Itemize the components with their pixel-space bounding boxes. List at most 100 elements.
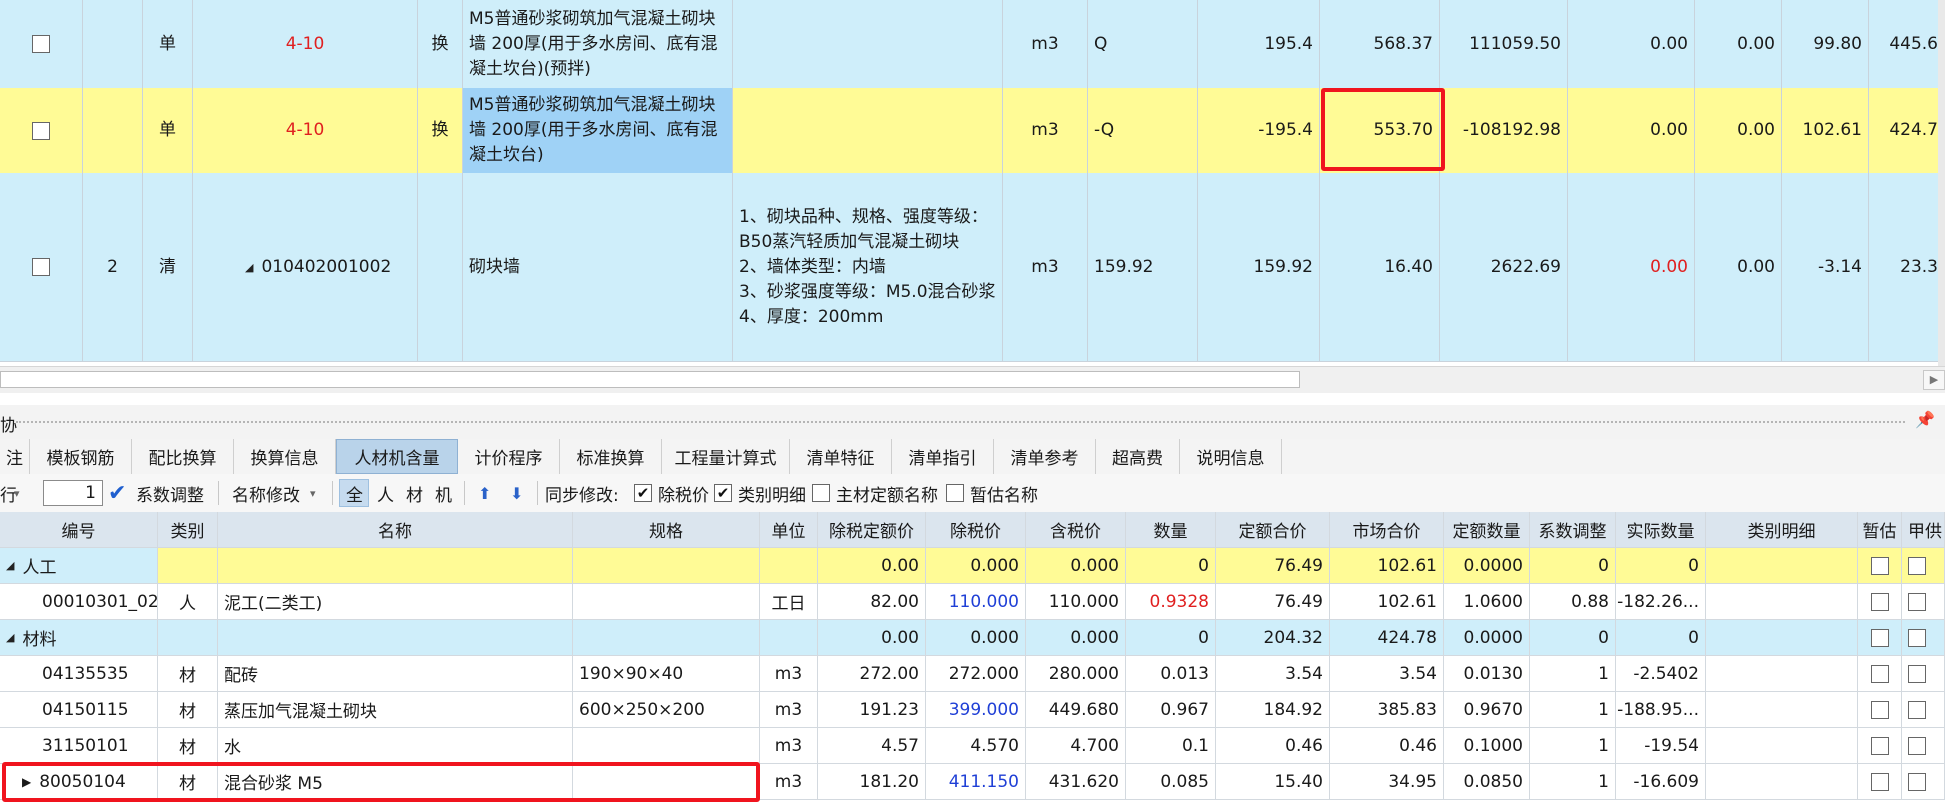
cell-spec[interactable]: 600×250×200 — [573, 692, 760, 727]
cell-quantity[interactable]: 0.9328 — [1126, 584, 1216, 619]
cell-category[interactable]: 材 — [158, 692, 218, 727]
owner-supplied-checkbox[interactable] — [1908, 628, 1926, 647]
tab-high-rise-fee[interactable]: 超高费 — [1096, 439, 1180, 474]
owner-supplied-checkbox[interactable] — [1908, 772, 1926, 791]
cell-coefficient[interactable]: 1 — [1530, 656, 1616, 691]
name-modify-button[interactable]: 名称修改 — [232, 474, 300, 512]
tab-note[interactable]: 注 — [0, 439, 30, 474]
category-detail-label[interactable]: 类别明细 — [738, 474, 806, 512]
group-label-cell[interactable]: ◢ 人工 — [0, 548, 158, 583]
cell-name[interactable]: 配砖 — [218, 656, 573, 691]
resource-row[interactable]: 04135535 材 配砖 190×90×40 m3 272.00 272.00… — [0, 656, 1945, 692]
col-header-spec[interactable]: 规格 — [573, 512, 760, 547]
cell-provisional[interactable] — [1858, 764, 1902, 799]
row-feature[interactable]: 1、砌块品种、规格、强度等级：B50蒸汽轻质加气混凝土砌块 2、墙体类型：内墙 … — [733, 173, 1003, 361]
cell-owner-supplied[interactable] — [1902, 656, 1945, 691]
scrollbar-thumb[interactable] — [0, 371, 1300, 388]
cell-quantity[interactable]: 0.013 — [1126, 656, 1216, 691]
excl-tax-checkbox[interactable] — [634, 484, 652, 502]
bill-row[interactable]: 2 清 ◢ 010402001002 砌块墙 1、砌块品种、规格、强度等级：B50… — [0, 173, 1945, 362]
cell-price-incl-tax[interactable]: 431.620 — [1026, 764, 1126, 799]
cell-provisional[interactable] — [1858, 584, 1902, 619]
row-feature[interactable] — [733, 0, 1003, 88]
tab-description[interactable]: 说明信息 — [1180, 439, 1282, 474]
cell-provisional[interactable] — [1858, 656, 1902, 691]
owner-supplied-checkbox[interactable] — [1908, 736, 1926, 755]
move-down-icon[interactable]: ⬇ — [510, 474, 523, 512]
collapse-triangle-icon[interactable]: ◢ — [6, 559, 14, 572]
pin-icon[interactable]: 📌 — [1915, 410, 1935, 429]
col-header-price-incl-tax[interactable]: 含税价 — [1026, 512, 1126, 547]
cell-unit[interactable]: m3 — [760, 656, 818, 691]
collapse-triangle-icon[interactable]: ◢ — [6, 631, 14, 644]
item-row[interactable]: 单 4-10 换 M5普通砂浆砌筑加气混凝土砌块墙 200厚(用于多水房间、底有… — [0, 0, 1945, 89]
cell-name[interactable]: 蒸压加气混凝土砌块 — [218, 692, 573, 727]
row-code-cell[interactable]: ◢ 010402001002 — [193, 173, 418, 361]
row-dropdown-icon[interactable]: ▾ — [14, 474, 20, 512]
cell-name[interactable]: 泥工(二类工) — [218, 584, 573, 619]
row-checkbox-cell[interactable] — [0, 173, 83, 361]
row-quantity[interactable]: -195.4 — [1198, 88, 1320, 173]
cell-price-incl-tax[interactable]: 280.000 — [1026, 656, 1126, 691]
row-quantity[interactable]: 195.4 — [1198, 0, 1320, 88]
row-unit[interactable]: m3 — [1003, 0, 1088, 88]
cell-coefficient[interactable]: 1 — [1530, 728, 1616, 763]
cell-quantity[interactable]: 0.1 — [1126, 728, 1216, 763]
col-header-provisional[interactable]: 暂估 — [1858, 512, 1902, 547]
tab-labor-material-machine[interactable]: 人材机含量 — [336, 439, 458, 474]
row-name[interactable]: M5普通砂浆砌筑加气混凝土砌块墙 200厚(用于多水房间、底有混凝土坎台)(预拌… — [463, 0, 733, 88]
cell-coefficient[interactable]: 1 — [1530, 764, 1616, 799]
col-header-category[interactable]: 类别 — [158, 512, 218, 547]
row-unit[interactable]: m3 — [1003, 173, 1088, 361]
cell-price-incl-tax[interactable]: 4.700 — [1026, 728, 1126, 763]
provisional-checkbox[interactable] — [1870, 664, 1889, 683]
row-unit-price[interactable]: 568.37 — [1320, 0, 1440, 88]
row-code[interactable]: 4-10 — [193, 0, 418, 88]
panel-splitter[interactable]: 协 📌 — [0, 405, 1945, 439]
col-header-actual-quantity[interactable]: 实际数量 — [1616, 512, 1706, 547]
row-checkbox-cell[interactable] — [0, 88, 83, 173]
cell-provisional[interactable] — [1858, 728, 1902, 763]
filter-all-button[interactable]: 全 — [346, 474, 363, 512]
group-label-cell[interactable]: ◢ 材料 — [0, 620, 158, 655]
row-name-active-cell[interactable]: M5普通砂浆砌筑加气混凝土砌块墙 200厚(用于多水房间、底有混凝土坎台) — [463, 88, 733, 173]
cell-unit[interactable]: m3 — [760, 728, 818, 763]
provisional-name-label[interactable]: 暂估名称 — [970, 474, 1038, 512]
row-count-input[interactable]: 1 — [43, 480, 103, 506]
cell-unit[interactable]: m3 — [760, 692, 818, 727]
cell-coefficient[interactable]: 1 — [1530, 692, 1616, 727]
col-header-code[interactable]: 编号 — [0, 512, 158, 547]
row-code[interactable]: 010402001002 — [261, 255, 391, 280]
category-detail-checkbox[interactable] — [714, 484, 732, 502]
row-feature[interactable] — [733, 88, 1003, 173]
vertical-scrollbar[interactable] — [1938, 0, 1945, 366]
cell-price-incl-tax[interactable]: 110.000 — [1026, 584, 1126, 619]
col-header-price-excl-tax[interactable]: 除税价 — [926, 512, 1026, 547]
col-header-quota-quantity[interactable]: 定额数量 — [1444, 512, 1530, 547]
tab-quantity-formula[interactable]: 工程量计算式 — [662, 439, 790, 474]
tab-pricing-procedure[interactable]: 计价程序 — [458, 439, 560, 474]
splitter-grip[interactable] — [16, 421, 1905, 427]
cell-provisional[interactable] — [1858, 548, 1902, 583]
owner-supplied-checkbox[interactable] — [1908, 556, 1926, 575]
provisional-name-checkbox[interactable] — [946, 484, 964, 502]
provisional-checkbox[interactable] — [1870, 772, 1889, 791]
cell-coefficient[interactable]: 0.88 — [1530, 584, 1616, 619]
col-header-category-detail[interactable]: 类别明细 — [1706, 512, 1858, 547]
cell-provisional[interactable] — [1858, 692, 1902, 727]
tab-bill-guide[interactable]: 清单指引 — [892, 439, 994, 474]
col-header-unit[interactable]: 单位 — [760, 512, 818, 547]
collapse-triangle-icon[interactable]: ◢ — [245, 255, 253, 280]
cell-spec[interactable] — [573, 728, 760, 763]
cell-price-excl-tax[interactable]: 399.000 — [926, 692, 1026, 727]
provisional-checkbox[interactable] — [1870, 556, 1889, 575]
row-checkbox[interactable] — [32, 35, 50, 53]
owner-supplied-checkbox[interactable] — [1908, 664, 1926, 683]
group-row-labor[interactable]: ◢ 人工 0.00 0.000 0.000 0 76.49 102.61 0.00… — [0, 548, 1945, 584]
row-unit[interactable]: m3 — [1003, 88, 1088, 173]
cell-category[interactable]: 人 — [158, 584, 218, 619]
cell-spec[interactable]: 190×90×40 — [573, 656, 760, 691]
owner-supplied-checkbox[interactable] — [1908, 700, 1926, 719]
row-checkbox-cell[interactable] — [0, 0, 83, 88]
main-material-label[interactable]: 主材定额名称 — [836, 474, 938, 512]
